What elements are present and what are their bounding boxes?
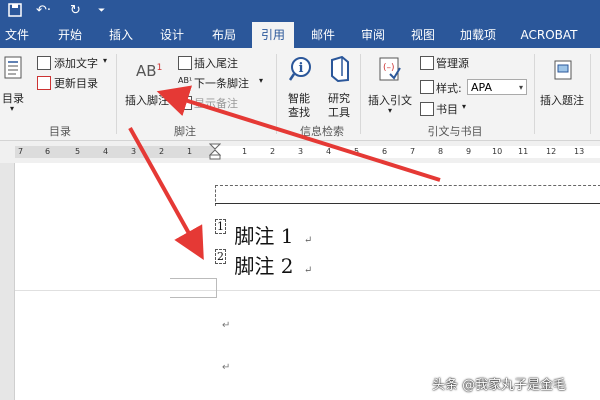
arrow-to-footnotes	[128, 127, 204, 260]
annotation-arrows	[128, 85, 441, 260]
watermark: 头条 @我家丸子是金毛	[432, 378, 567, 393]
arrow-to-insert-footnote	[156, 85, 441, 182]
